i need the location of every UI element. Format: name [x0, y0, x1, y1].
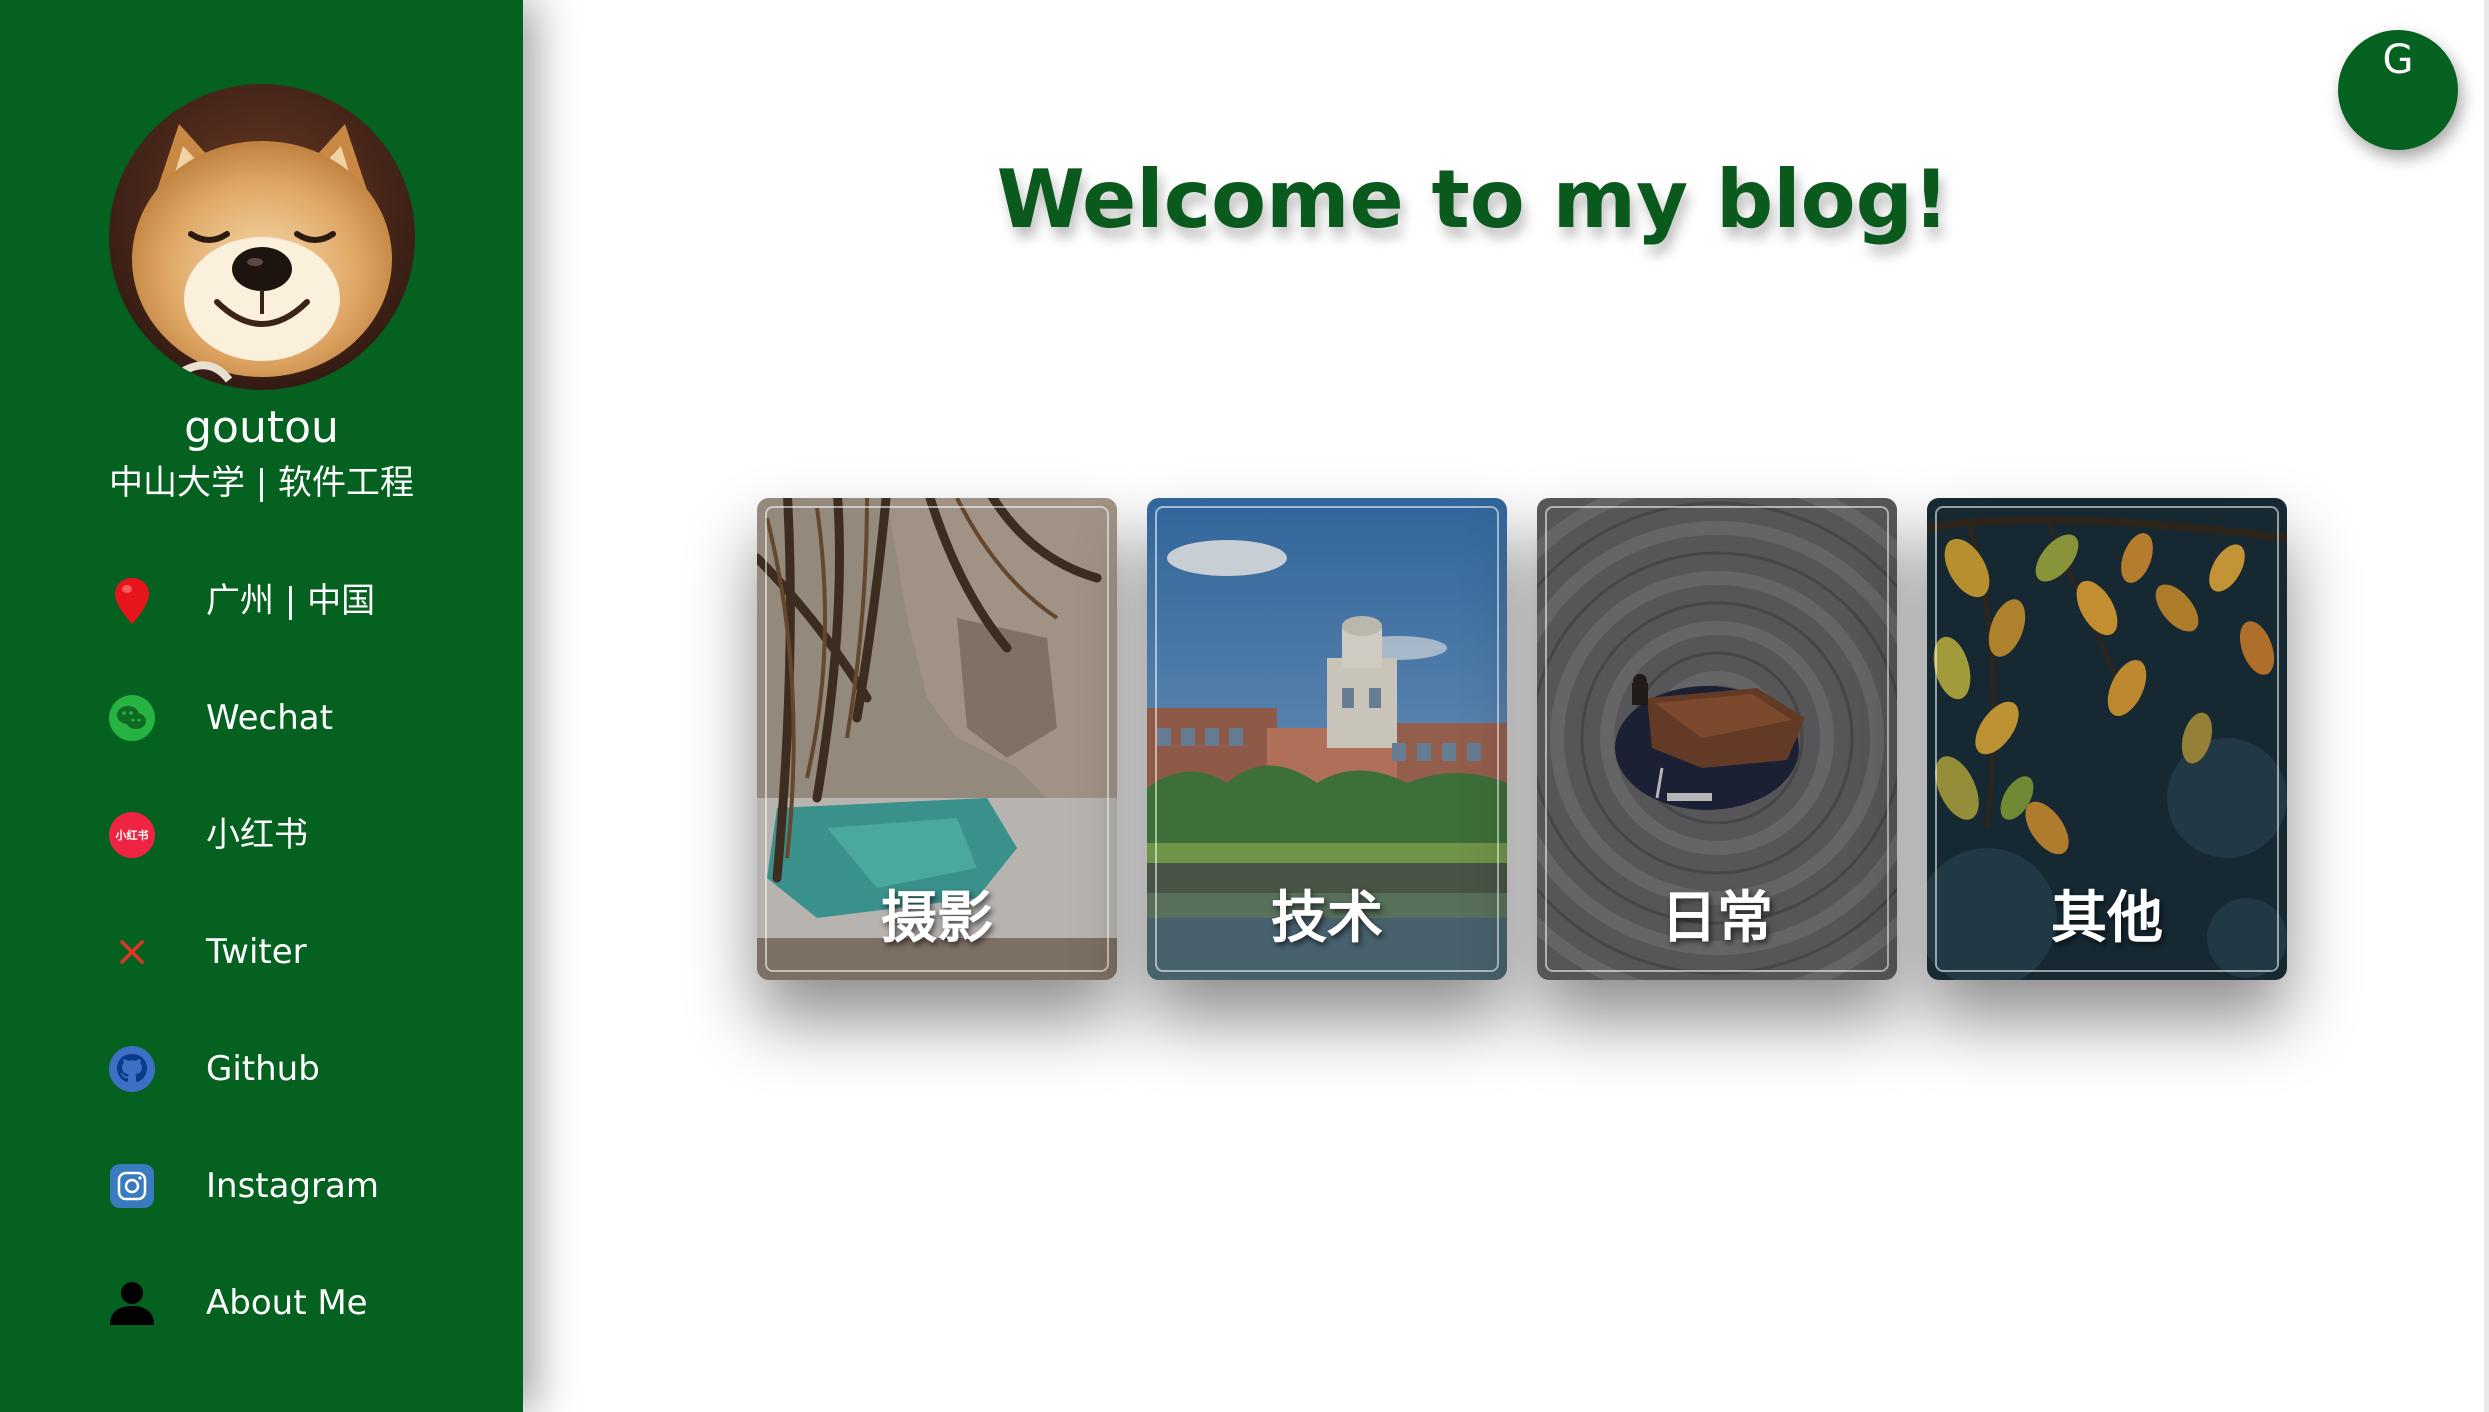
person-icon: [100, 1271, 164, 1335]
username: goutou: [184, 402, 339, 453]
category-card-technology[interactable]: 技术: [1147, 498, 1507, 980]
xiaohongshu-icon: 小红书: [100, 803, 164, 867]
sidebar-item-wechat[interactable]: Wechat: [100, 683, 500, 753]
category-card-photography[interactable]: 摄影: [757, 498, 1117, 980]
category-card-label: 日常: [1661, 886, 1773, 951]
category-card-label: 技术: [1271, 886, 1383, 951]
floating-g-button[interactable]: G: [2338, 30, 2458, 150]
profile-subtitle: 中山大学 | 软件工程: [108, 463, 415, 503]
category-card-daily[interactable]: 日常: [1537, 498, 1897, 980]
sidebar-item-about-me[interactable]: About Me: [100, 1268, 500, 1338]
x-twitter-icon: [100, 920, 164, 984]
category-card-label: 其他: [2051, 886, 2163, 951]
instagram-icon: [100, 1154, 164, 1218]
wechat-icon: [100, 686, 164, 750]
main-content: Welcome to my blog! 摄影 技术 日常 其他: [523, 0, 2489, 1412]
page: goutou 中山大学 | 软件工程 广州 | 中国 Wechat 小红书 小红…: [0, 0, 2489, 1412]
github-icon: [100, 1037, 164, 1101]
window-edge: [2484, 0, 2489, 1412]
sidebar-item-location[interactable]: 广州 | 中国: [100, 566, 500, 636]
sidebar-item-instagram[interactable]: Instagram: [100, 1151, 500, 1221]
sidebar: goutou 中山大学 | 软件工程 广州 | 中国 Wechat 小红书 小红…: [0, 0, 523, 1412]
category-card-others[interactable]: 其他: [1927, 498, 2287, 980]
xiaohongshu-badge-text: 小红书: [115, 828, 149, 842]
sidebar-item-label: Github: [206, 1049, 320, 1089]
sidebar-item-label: Instagram: [206, 1166, 379, 1206]
sidebar-item-twitter[interactable]: Twiter: [100, 917, 500, 987]
sidebar-item-label: About Me: [206, 1283, 368, 1323]
sidebar-item-label: Twiter: [206, 932, 307, 972]
sidebar-item-label: Wechat: [206, 698, 333, 738]
avatar[interactable]: [109, 84, 415, 390]
sidebar-item-label: 小红书: [206, 815, 308, 855]
page-title: Welcome to my blog!: [996, 153, 1950, 246]
sidebar-item-xiaohongshu[interactable]: 小红书 小红书: [100, 800, 500, 870]
sidebar-item-github[interactable]: Github: [100, 1034, 500, 1104]
location-pin-icon: [100, 569, 164, 633]
category-card-label: 摄影: [881, 886, 993, 951]
sidebar-item-label: 广州 | 中国: [206, 581, 376, 621]
